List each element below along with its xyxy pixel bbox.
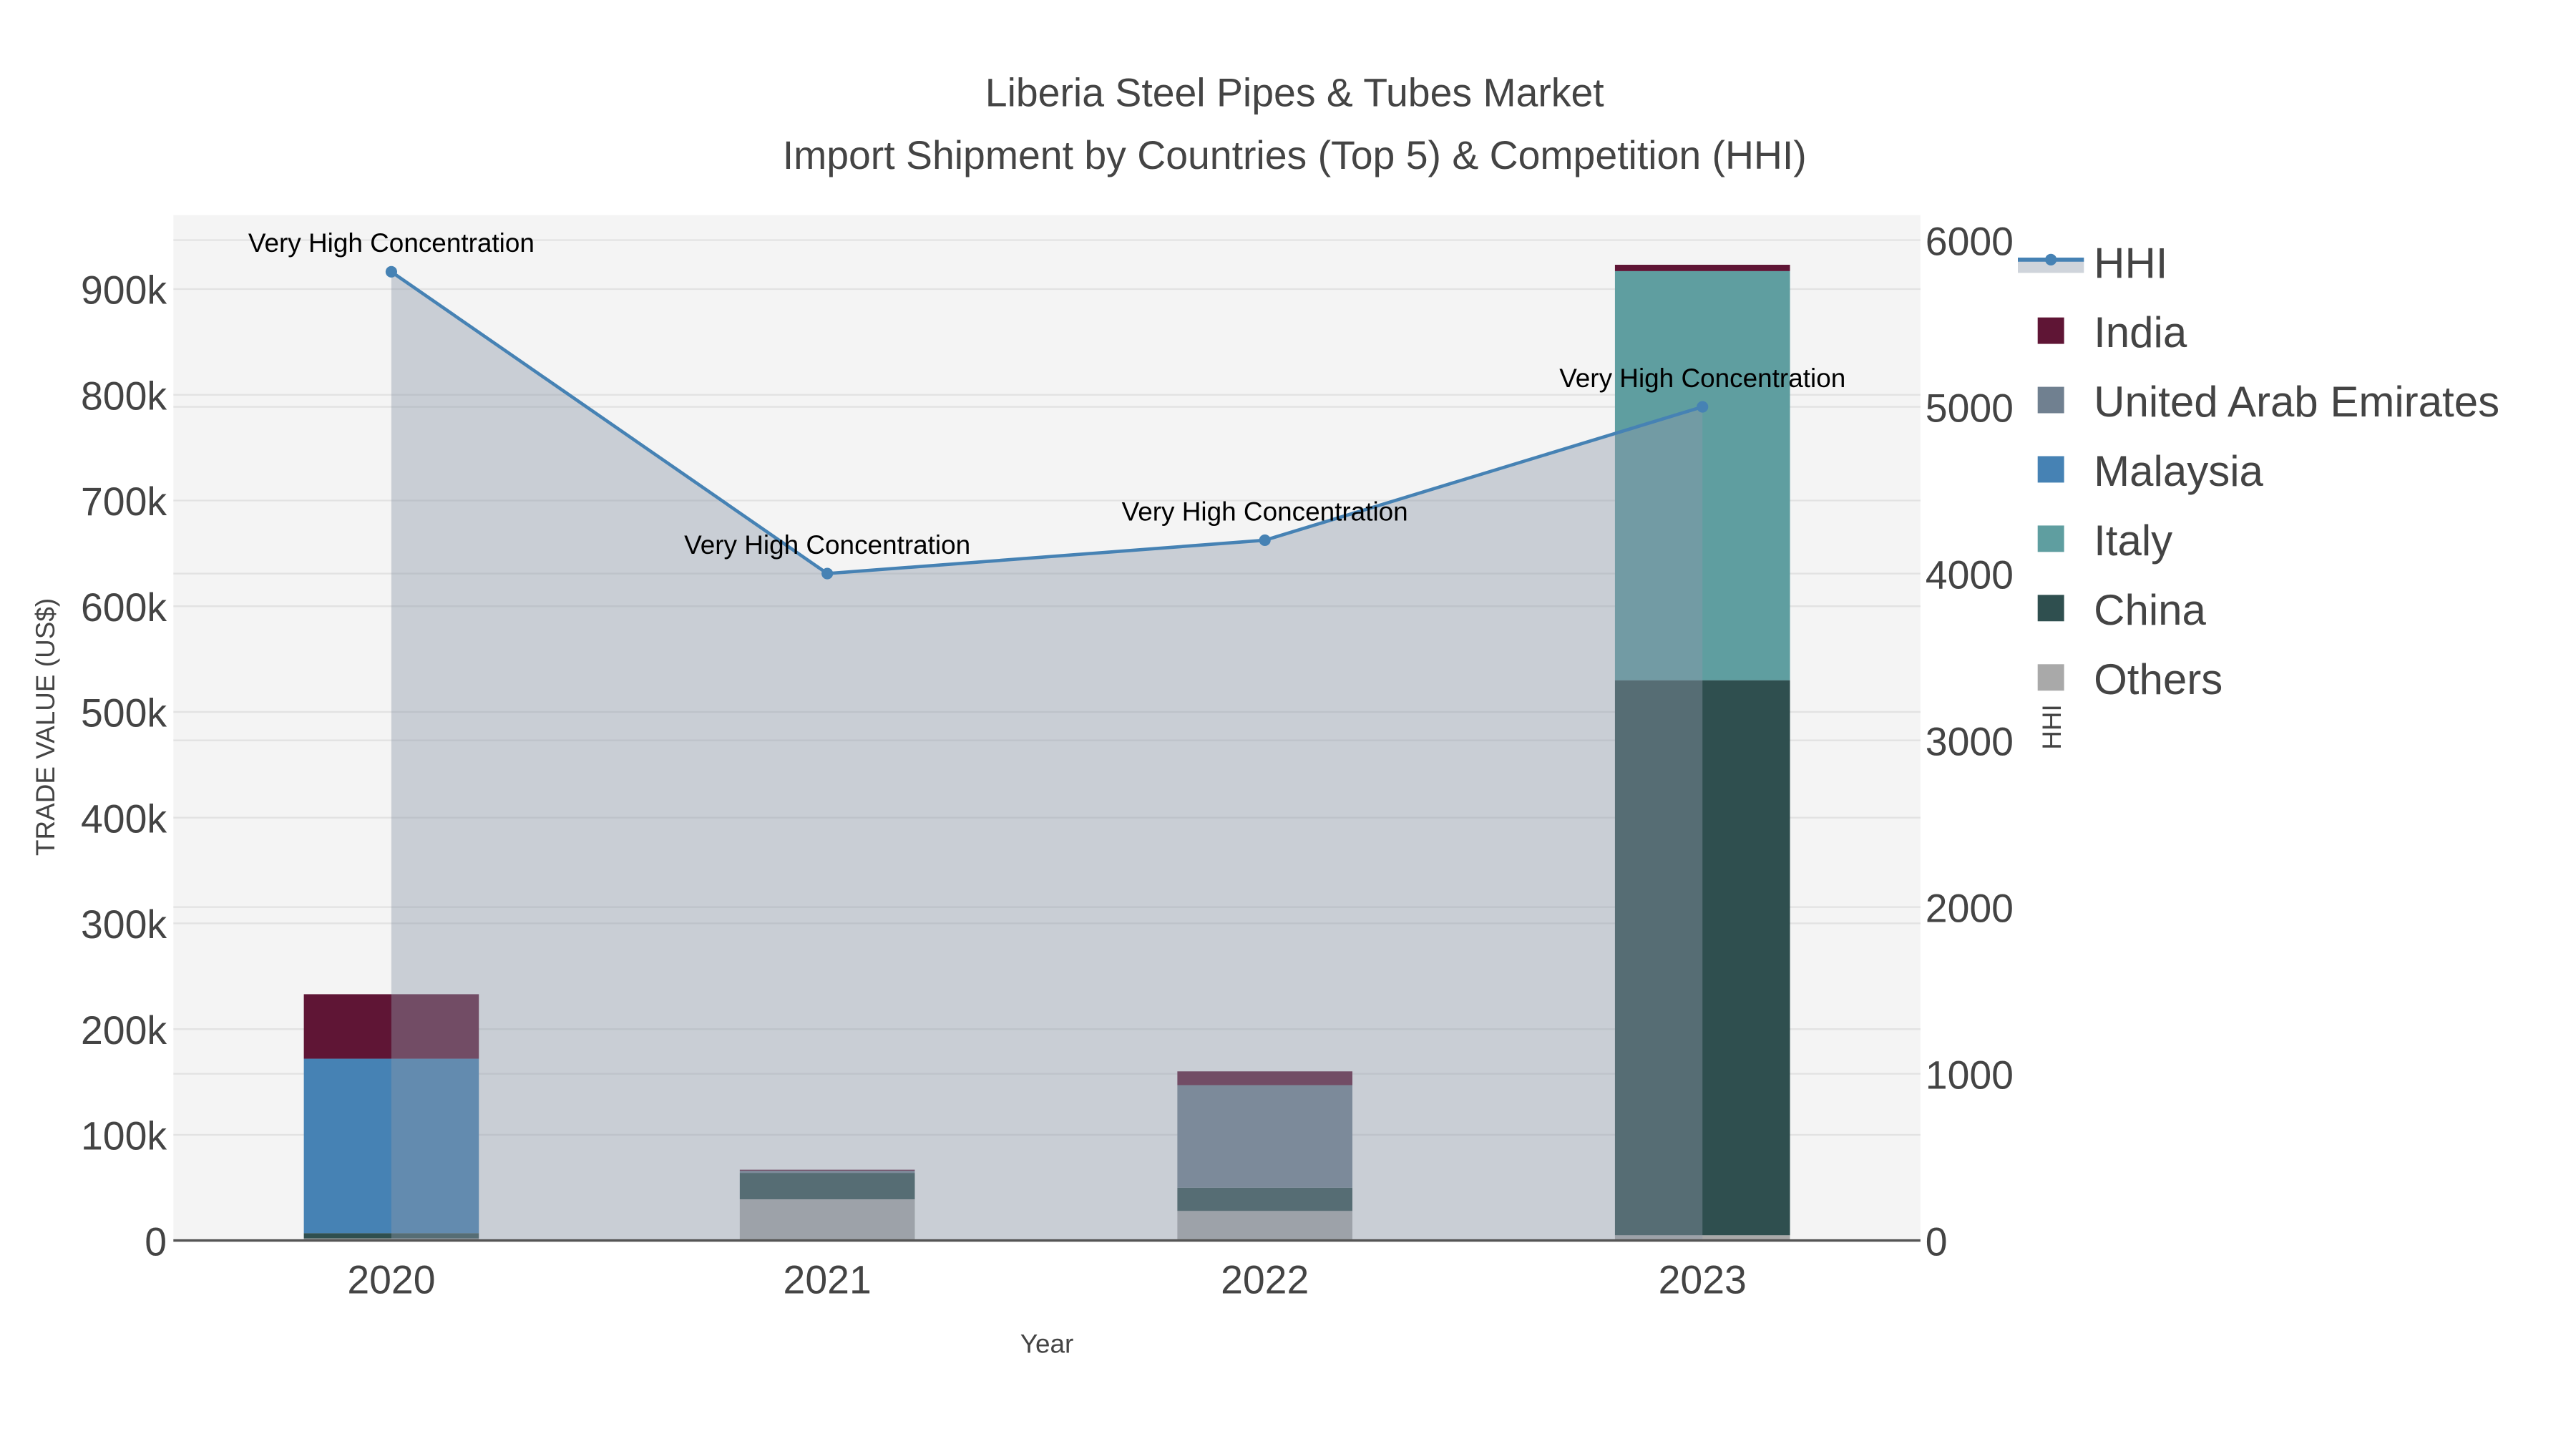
- x-axis-ticks: 2020 2021 2022 2023: [347, 1258, 1747, 1302]
- bar-india-2023: [1614, 265, 1790, 271]
- chart: 0 100k 200k 300k 400k 500k 600k 700k 800k 900k 0 1…: [31, 70, 2499, 1359]
- annotation-2021: Very High Concentration: [684, 530, 970, 560]
- legend: HHI India United Arab Emirates Malaysia Ital…: [2017, 239, 2499, 703]
- y2-axis-label: HHI: [2037, 704, 2067, 750]
- y2-tick-label: 1000: [1926, 1053, 2014, 1097]
- legend-swatch-italy: [2037, 525, 2064, 552]
- legend-swatch-china: [2037, 595, 2064, 622]
- y2-tick-label: 6000: [1926, 219, 2014, 263]
- y-tick-label: 800k: [81, 374, 167, 419]
- y2-tick-label: 0: [1926, 1219, 1948, 1264]
- legend-swatch-united-arab-emirates: [2037, 386, 2064, 414]
- legend-label-hhi[interactable]: HHI: [2094, 239, 2167, 287]
- hhi-point-2023: [1697, 401, 1709, 413]
- x-tick-label: 2020: [347, 1258, 435, 1302]
- chart-subtitle: Import Shipment by Countries (Top 5) & C…: [783, 133, 1807, 177]
- y2-axis-ticks: 0 1000 2000 3000 4000 5000 6000: [1926, 219, 2014, 1264]
- legend-label-others[interactable]: Others: [2094, 655, 2223, 703]
- legend-swatch-others: [2037, 664, 2064, 691]
- y-tick-label: 500k: [81, 691, 167, 736]
- annotation-2022: Very High Concentration: [1122, 497, 1408, 526]
- y-tick-label: 0: [145, 1219, 167, 1264]
- legend-label-india[interactable]: India: [2094, 308, 2187, 356]
- y2-tick-label: 3000: [1926, 719, 2014, 763]
- legend-swatch-india: [2037, 317, 2064, 344]
- x-tick-label: 2022: [1221, 1258, 1309, 1302]
- x-tick-label: 2023: [1659, 1258, 1747, 1302]
- y-axis-ticks: 0 100k 200k 300k 400k 500k 600k 700k 800k 900k: [81, 268, 167, 1264]
- hhi-point-2022: [1259, 534, 1271, 547]
- y-tick-label: 300k: [81, 902, 167, 947]
- annotation-2020: Very High Concentration: [248, 228, 535, 258]
- y2-tick-label: 2000: [1926, 886, 2014, 930]
- legend-label-china[interactable]: China: [2094, 586, 2206, 634]
- hhi-point-2020: [385, 265, 397, 278]
- chart-title: Liberia Steel Pipes & Tubes Market: [985, 70, 1604, 114]
- legend-swatch-malaysia: [2037, 456, 2064, 483]
- y-tick-label: 200k: [81, 1008, 167, 1053]
- y2-tick-label: 5000: [1926, 386, 2014, 430]
- x-axis-label: Year: [1020, 1330, 1074, 1359]
- y-axis-label: TRADE VALUE (US$): [31, 598, 60, 856]
- x-tick-label: 2021: [784, 1258, 872, 1302]
- legend-label-united-arab-emirates[interactable]: United Arab Emirates: [2094, 378, 2499, 426]
- y2-tick-label: 4000: [1926, 552, 2014, 597]
- legend-label-malaysia[interactable]: Malaysia: [2094, 447, 2263, 495]
- y-tick-label: 600k: [81, 585, 167, 630]
- hhi-point-2021: [821, 567, 834, 580]
- y-tick-label: 900k: [81, 268, 167, 313]
- y-tick-label: 700k: [81, 479, 167, 524]
- legend-hhi-marker: [2045, 253, 2057, 265]
- annotation-2023: Very High Concentration: [1559, 364, 1845, 393]
- y-tick-label: 400k: [81, 796, 167, 841]
- legend-label-italy[interactable]: Italy: [2094, 517, 2172, 565]
- y-tick-label: 100k: [81, 1114, 167, 1158]
